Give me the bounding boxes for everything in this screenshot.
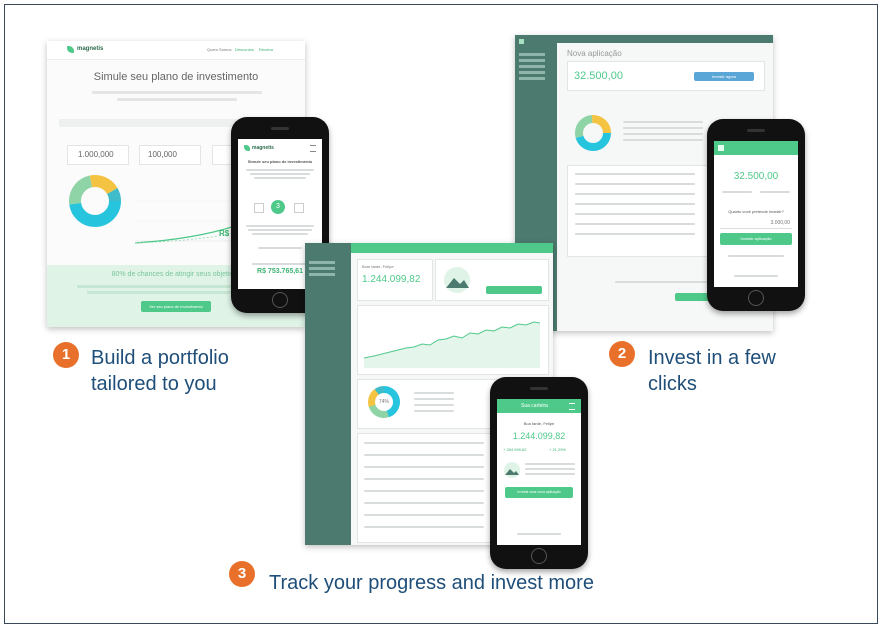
landscape-illustration-icon: [504, 462, 520, 478]
dashboard-cta-button[interactable]: [486, 286, 542, 294]
magnetis-logo-icon: [519, 39, 524, 44]
input-target-value: 1.000,000: [78, 150, 114, 159]
step-1-caption: Build a portfolio tailored to you: [91, 345, 229, 397]
allocation-donut-chart: [69, 175, 121, 227]
simulator-title: Simule seu plano de investimento: [93, 71, 259, 83]
dashboard-summary-card: Bom tarde, Felipe 1.244.099,82: [357, 259, 433, 301]
phone-invest-screen: 32.500,00 Quanto você pretende investir?…: [714, 141, 798, 287]
step-2-line-1: Invest in a few: [648, 347, 776, 369]
phone-invest: 32.500,00 Quanto você pretende investir?…: [707, 119, 805, 311]
phone-portfolio: Sua carteira Boa tarde, Felipe 1.244.099…: [490, 377, 588, 569]
dashboard-total: 1.244.099,82: [362, 274, 421, 285]
phone-title: Simule seu plano de investimento: [247, 159, 313, 164]
phone-invest-question: Quanto você pretende investir?: [728, 209, 784, 214]
invest-amount-card: 32.500,00 Investir agora: [567, 61, 765, 91]
phone-invest-amount: 32.500,00: [733, 171, 779, 182]
menu-icon[interactable]: [310, 145, 316, 152]
landscape-illustration-icon: [444, 267, 470, 293]
slide-frame: magnetis Quem Somos Descontos Receba Sim…: [4, 4, 878, 624]
step-1-line-1: Build a portfolio: [91, 347, 229, 369]
phone-invest-value: 3.000,00: [770, 220, 790, 226]
step-next-button[interactable]: [294, 203, 304, 213]
phone-portfolio-screen: Sua carteira Boa tarde, Felipe 1.244.099…: [497, 399, 581, 545]
phone-portfolio-greeting: Boa tarde, Felipe: [523, 421, 555, 426]
invest-title: Nova aplicação: [567, 49, 622, 58]
dashboard-greeting: Bom tarde, Felipe: [362, 264, 394, 269]
phone-portfolio-gain-percent: + 21,29%: [549, 447, 567, 452]
performance-chart-card: [357, 305, 549, 375]
magnetis-logo-icon: [67, 46, 74, 53]
input-monthly[interactable]: 100,000: [139, 145, 201, 165]
invest-now-button[interactable]: Investir agora: [694, 72, 754, 81]
phone-portfolio-total: 1.244.099,82: [512, 431, 566, 441]
allocation-percent: 74%: [378, 399, 389, 405]
phone-brand: magnetis: [252, 145, 274, 151]
simulator-header: magnetis Quem Somos Descontos Receba: [47, 41, 305, 60]
phone-portfolio-header: Sua carteira: [521, 403, 548, 409]
input-monthly-value: 100,000: [148, 150, 177, 159]
step-prev-button[interactable]: [254, 203, 264, 213]
phone-invest-button[interactable]: Investir aplicação: [720, 233, 792, 245]
nav-link-quem-somos[interactable]: Quem Somos: [207, 47, 231, 52]
phone-portfolio-gain-value: + 264.999,62: [503, 447, 527, 452]
brand-name: magnetis: [77, 46, 104, 52]
nav-link-descontos[interactable]: Descontos: [235, 47, 254, 52]
magnetis-logo-icon: [718, 145, 724, 151]
invest-donut-chart: [575, 115, 611, 151]
magnetis-logo-icon: [244, 145, 250, 151]
step-1-badge: 1: [53, 342, 79, 368]
step-3-badge: 3: [229, 561, 255, 587]
allocation-donut: 74%: [368, 386, 400, 418]
nav-link-receba[interactable]: Receba: [259, 47, 273, 52]
input-target[interactable]: 1.000,000: [67, 145, 129, 165]
step-2-line-2: clicks: [648, 373, 697, 395]
step-current: 3: [271, 200, 285, 214]
phone-portfolio-invest-button[interactable]: Investir uma nova aplicação: [505, 487, 573, 498]
step-3-caption: Track your progress and invest more: [269, 572, 594, 594]
menu-icon[interactable]: [569, 403, 575, 410]
step-2-badge: 2: [609, 341, 635, 367]
view-plan-button[interactable]: Ver seu plano de investimento: [141, 301, 211, 312]
step-2-caption: Invest in a few clicks: [648, 345, 776, 397]
phone-invest-input[interactable]: 3.000,00: [720, 219, 792, 229]
performance-line-chart: [364, 321, 540, 368]
invest-amount: 32.500,00: [574, 70, 623, 82]
step-1-line-2: tailored to you: [91, 373, 217, 395]
